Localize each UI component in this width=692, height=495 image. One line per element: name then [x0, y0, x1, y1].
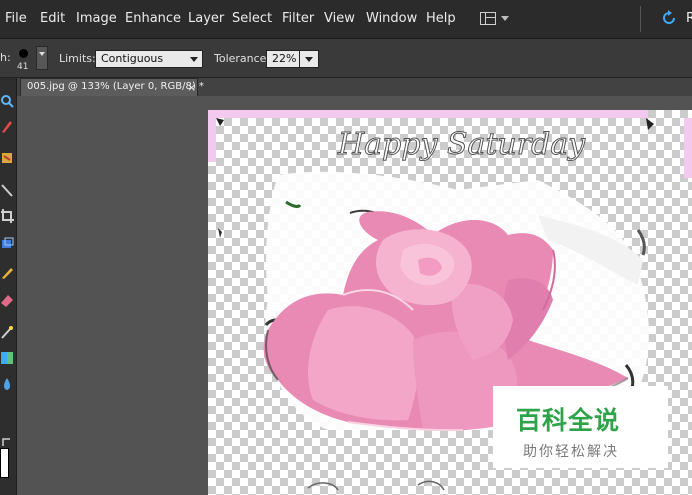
menu-filter[interactable]: Filter — [282, 11, 314, 26]
menu-file[interactable]: File — [5, 11, 27, 26]
eraser-tool-icon[interactable] — [0, 292, 14, 308]
close-icon[interactable]: × — [187, 81, 196, 94]
menu-select[interactable]: Select — [232, 11, 272, 26]
brush-size: 41 — [17, 62, 29, 72]
brush-picker-button[interactable] — [36, 46, 48, 70]
menu-edit[interactable]: Edit — [40, 11, 65, 26]
refresh-icon[interactable] — [660, 9, 678, 27]
crop-tool-icon[interactable] — [0, 208, 14, 224]
document-tab-label: 005.jpg @ 133% (Layer 0, RGB/8) * — [27, 81, 204, 92]
chevron-down-icon — [190, 57, 198, 62]
gradient-tool-icon[interactable] — [0, 350, 14, 366]
canvas-script-text: Happy Saturday — [337, 127, 586, 162]
tolerance-dropdown-button[interactable] — [299, 50, 319, 68]
menu-view[interactable]: View — [324, 11, 355, 26]
brush-tool-icon[interactable] — [0, 118, 14, 134]
menu-divider — [640, 6, 641, 32]
magic-wand-icon[interactable] — [0, 324, 14, 340]
chevron-down-icon — [305, 57, 313, 62]
tolerance-label: Tolerance: — [214, 52, 271, 65]
limits-label: Limits: — [59, 52, 96, 65]
menu-help[interactable]: Help — [426, 11, 456, 26]
pencil-tool-icon[interactable] — [0, 264, 14, 280]
watermark-subtitle: 助你轻松解决 — [523, 444, 619, 460]
menu-image[interactable]: Image — [76, 11, 117, 26]
clone-stamp-icon[interactable] — [0, 150, 14, 166]
limits-value: Contiguous — [101, 52, 164, 65]
tolerance-input[interactable]: 22% — [266, 50, 300, 68]
shape-tool-icon[interactable] — [0, 236, 14, 252]
watermark-logo: 百科全说 — [516, 406, 621, 435]
brush-preview-icon — [19, 49, 28, 58]
chevron-down-icon — [501, 16, 509, 21]
document-tab[interactable]: 005.jpg @ 133% (Layer 0, RGB/8) * × — [20, 78, 204, 96]
zoom-tool-icon[interactable] — [0, 93, 14, 109]
limits-select[interactable]: Contiguous — [95, 50, 203, 68]
menu-layer[interactable]: Layer — [188, 11, 224, 26]
blur-tool-icon[interactable] — [0, 376, 14, 392]
menu-window[interactable]: Window — [366, 11, 417, 26]
workspace-layout-icon — [480, 12, 496, 25]
toolbox — [0, 78, 17, 495]
brush-label: h: — [0, 51, 11, 64]
line-tool-icon[interactable] — [0, 182, 14, 198]
menu-bar: File Edit Image Enhance Layer Select Fil… — [0, 0, 692, 39]
workspace-layout-button[interactable] — [478, 10, 512, 28]
tolerance-value: 22% — [272, 52, 297, 65]
menu-enhance[interactable]: Enhance — [125, 11, 181, 26]
menu-right-label[interactable]: R — [686, 11, 692, 26]
foreground-color-swatch[interactable] — [0, 448, 9, 478]
